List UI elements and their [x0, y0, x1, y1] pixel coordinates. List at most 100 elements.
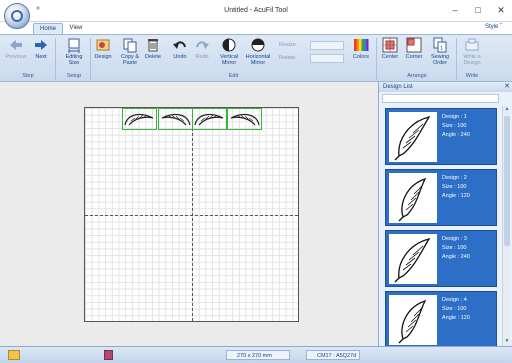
sewing-order-label: Sewing Order [430, 54, 450, 66]
status-folder-icon[interactable] [8, 350, 20, 360]
design-size: Size : 100 [442, 245, 467, 251]
design-canvas[interactable] [84, 107, 299, 322]
vertical-mirror-button[interactable]: Vertical Mirror [217, 37, 241, 66]
previous-label: Previous [5, 54, 27, 60]
horizontal-mirror-label: Horizontal Mirror [245, 54, 271, 66]
separator [55, 38, 56, 80]
design-number: Design : 3 [442, 236, 467, 242]
design-info: Design : 2 Size : 100 Angle : 120 [442, 174, 470, 201]
scroll-up-icon[interactable]: ▲ [503, 106, 511, 114]
resize-stepper[interactable] [310, 41, 344, 50]
write-design-icon [465, 38, 479, 51]
center-icon [382, 37, 398, 53]
placed-design[interactable] [227, 108, 262, 130]
design-thumbnail [389, 112, 437, 162]
canvas-size-text: 270 x 270 mm [237, 353, 272, 359]
feather-design-icon [194, 113, 224, 126]
sewing-order-button[interactable]: 1 Sewing Order [427, 37, 453, 66]
scroll-down-icon[interactable]: ▼ [503, 338, 511, 346]
arrow-right-icon [35, 40, 47, 50]
corner-button[interactable]: Corner [403, 37, 425, 60]
editing-size-label: Editing Size [65, 54, 83, 66]
status-color-icon [104, 350, 113, 360]
separator [90, 38, 91, 80]
design-number: Design : 2 [442, 175, 467, 181]
delete-button[interactable]: Delete [143, 37, 163, 60]
scroll-thumb[interactable] [504, 116, 510, 246]
feather-thumbnail-icon [398, 177, 427, 222]
app-menu-button[interactable] [4, 3, 30, 29]
horizontal-mirror-icon [251, 38, 265, 52]
design-list-title: Design List [383, 84, 413, 90]
title-bar: » Untitled - AcuFil Tool – □ ✕ [0, 0, 512, 29]
feather-design-icon [230, 113, 260, 126]
tab-home[interactable]: Home [33, 23, 63, 34]
design-list-scrollbar[interactable]: ▲ ▼ [502, 106, 510, 346]
canvas-size-box: 270 x 270 mm [226, 350, 290, 360]
design-list-item[interactable]: Design : 4 Size : 100 Angle : 120 [385, 291, 497, 348]
design-angle: Angle : 240 [442, 254, 470, 260]
rotate-stepper[interactable] [310, 54, 344, 63]
placed-design[interactable] [158, 108, 193, 130]
redo-label: Redo [195, 54, 209, 60]
design-list-item[interactable]: Design : 1 Size : 100 Angle : 240 [385, 108, 497, 165]
style-menu[interactable]: Style ˇ [485, 24, 502, 30]
group-step: Step [22, 73, 34, 79]
design-angle: Angle : 240 [442, 132, 470, 138]
separator [376, 38, 377, 80]
sewing-order-icon: 1 [433, 37, 447, 53]
copy-icon [123, 38, 137, 53]
svg-text:1: 1 [440, 46, 443, 52]
design-icon [96, 39, 110, 51]
design-list-item[interactable]: Design : 2 Size : 100 Angle : 120 [385, 169, 497, 226]
undo-icon [173, 41, 186, 49]
corner-label: Corner [405, 54, 423, 60]
design-angle: Angle : 120 [442, 193, 470, 199]
previous-button[interactable]: Previous [3, 37, 29, 60]
colors-icon [354, 39, 369, 51]
design-angle: Angle : 120 [442, 315, 470, 321]
arrow-left-icon [10, 40, 22, 50]
vertical-mirror-icon [222, 38, 236, 52]
maximize-button[interactable]: □ [471, 4, 485, 16]
tab-view[interactable]: View [64, 23, 88, 34]
feather-design-icon [124, 113, 154, 126]
undo-label: Undo [173, 54, 187, 60]
app-logo-icon [11, 10, 23, 22]
copy-paste-label: Copy & Paste [120, 54, 140, 66]
ribbon: Previous Next Step Editing Size Setup De… [0, 34, 512, 82]
next-button[interactable]: Next [30, 37, 52, 60]
center-button[interactable]: Center [379, 37, 401, 60]
design-list-panel: Design List ✕ Design : 1 Size : 100 Angl… [378, 82, 512, 348]
minimize-button[interactable]: – [448, 4, 462, 16]
feather-design-icon [161, 113, 191, 126]
design-size: Size : 100 [442, 123, 467, 129]
design-number: Design : 4 [442, 297, 467, 303]
write-design-button[interactable]: Write a Design [459, 37, 485, 66]
copy-paste-button[interactable]: Copy & Paste [117, 37, 143, 66]
design-button[interactable]: Design [92, 37, 114, 60]
undo-button[interactable]: Undo [170, 37, 190, 60]
placed-design[interactable] [122, 108, 157, 130]
redo-button[interactable]: Redo [192, 37, 212, 60]
device-text: CM17 : A5Q27d [317, 353, 357, 359]
design-list-body: Design : 1 Size : 100 Angle : 240 Design… [379, 92, 512, 348]
design-info: Design : 3 Size : 100 Angle : 240 [442, 235, 470, 262]
work-area[interactable] [0, 82, 378, 346]
editing-size-button[interactable]: Editing Size [59, 37, 89, 66]
design-list-item[interactable]: Design : 3 Size : 100 Angle : 240 [385, 230, 497, 287]
device-box: CM17 : A5Q27d [306, 350, 360, 360]
group-arrange: Arrange [407, 73, 427, 79]
horizontal-mirror-button[interactable]: Horizontal Mirror [242, 37, 274, 66]
close-icon[interactable]: ✕ [504, 82, 510, 92]
ribbon-tabs: Home View Style ˇ [0, 22, 512, 34]
design-label: Design [94, 54, 112, 60]
center-guide-horizontal [85, 215, 298, 216]
next-label: Next [35, 54, 47, 60]
feather-thumbnail-icon [394, 115, 431, 161]
colors-button[interactable]: Colors [349, 37, 373, 60]
placed-design[interactable] [192, 108, 227, 130]
close-button[interactable]: ✕ [494, 4, 508, 16]
feather-thumbnail-icon [394, 237, 431, 283]
delete-label: Delete [145, 54, 161, 60]
